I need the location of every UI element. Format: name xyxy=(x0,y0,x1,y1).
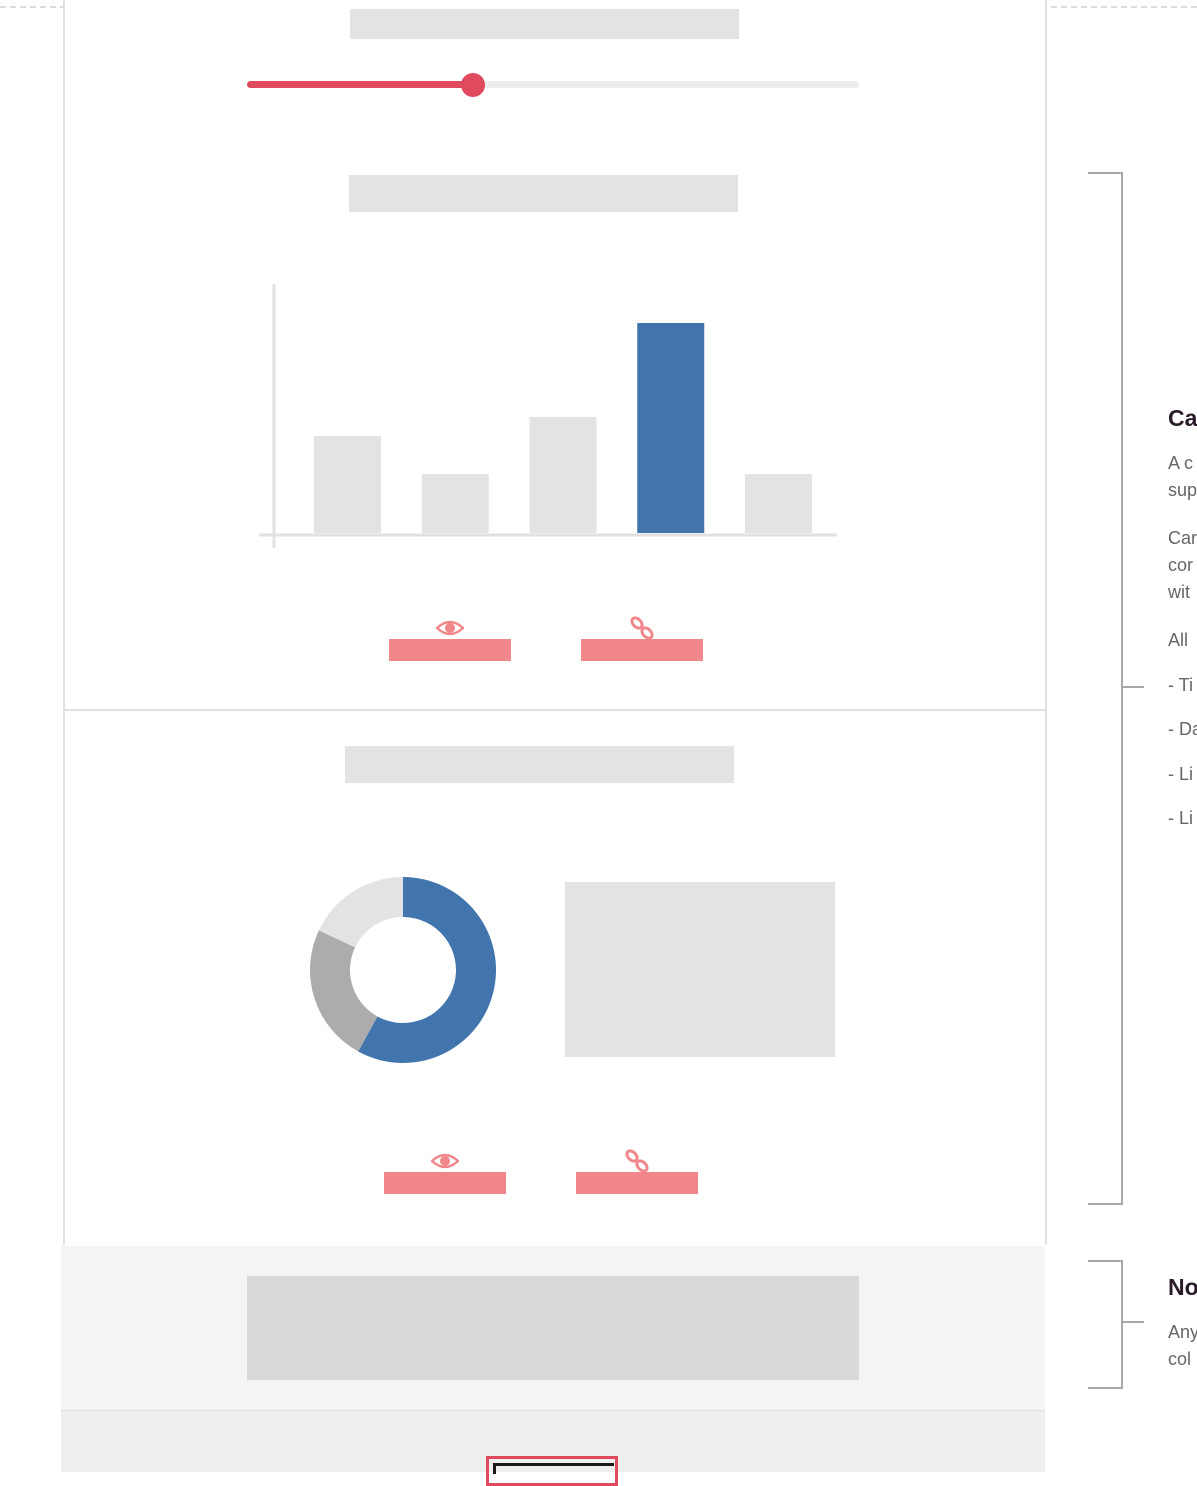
bar-link-label-placeholder xyxy=(581,639,703,661)
annotation-line: - Li xyxy=(1168,808,1194,828)
bar xyxy=(314,436,381,533)
slider-card xyxy=(63,0,1047,135)
donut-chart-title-placeholder xyxy=(345,746,734,783)
donut-chart-card xyxy=(63,711,1047,1245)
annotation-bracket-2 xyxy=(1088,1260,1123,1389)
eye-icon xyxy=(384,1148,506,1174)
bar xyxy=(637,323,705,533)
bottom-frame[interactable] xyxy=(486,1456,618,1486)
link-icon xyxy=(581,615,703,641)
annotation-bracket-2-tick xyxy=(1122,1321,1144,1323)
annotation-line: - Li xyxy=(1168,764,1194,784)
bar-view-label-placeholder xyxy=(389,639,511,661)
donut-chart xyxy=(310,877,496,1063)
annotation-title-1: Ca xyxy=(1168,405,1197,431)
bar-chart-title-placeholder xyxy=(349,175,738,212)
bar-link-action[interactable] xyxy=(581,615,703,661)
bar-view-action[interactable] xyxy=(389,615,511,661)
footer-placeholder xyxy=(247,1276,859,1380)
bottom-frame-inner xyxy=(493,1463,614,1474)
donut-link-label-placeholder xyxy=(576,1172,698,1194)
bar xyxy=(529,417,597,533)
annotation-bracket-1 xyxy=(1088,172,1123,1205)
annotation-line: wit xyxy=(1168,582,1190,602)
annotation-line: - Da xyxy=(1168,719,1197,739)
bar-chart xyxy=(259,284,837,548)
slider-title-placeholder xyxy=(350,9,739,39)
bar xyxy=(421,474,489,533)
donut-link-action[interactable] xyxy=(576,1148,698,1194)
donut-view-label-placeholder xyxy=(384,1172,506,1194)
annotation-line: Any xyxy=(1168,1322,1197,1342)
annotation-bracket-1-tick xyxy=(1122,686,1144,688)
donut-view-action[interactable] xyxy=(384,1148,506,1194)
annotation-line: sup xyxy=(1168,480,1197,500)
annotation-line: - Ti xyxy=(1168,675,1193,695)
annotation-title-2: No xyxy=(1168,1274,1197,1300)
eye-icon xyxy=(389,615,511,641)
annotation-line: A c xyxy=(1168,453,1194,473)
bar xyxy=(745,474,812,533)
range-slider[interactable] xyxy=(247,73,859,97)
slider-fill xyxy=(247,81,474,88)
donut-slice xyxy=(310,930,378,1052)
annotation-line: All xyxy=(1168,630,1189,650)
donut-legend-placeholder xyxy=(565,882,835,1057)
annotation-line: cor xyxy=(1168,555,1194,575)
annotation-line: Car xyxy=(1168,528,1197,548)
link-icon xyxy=(576,1148,698,1174)
annotation-line: col xyxy=(1168,1349,1192,1369)
